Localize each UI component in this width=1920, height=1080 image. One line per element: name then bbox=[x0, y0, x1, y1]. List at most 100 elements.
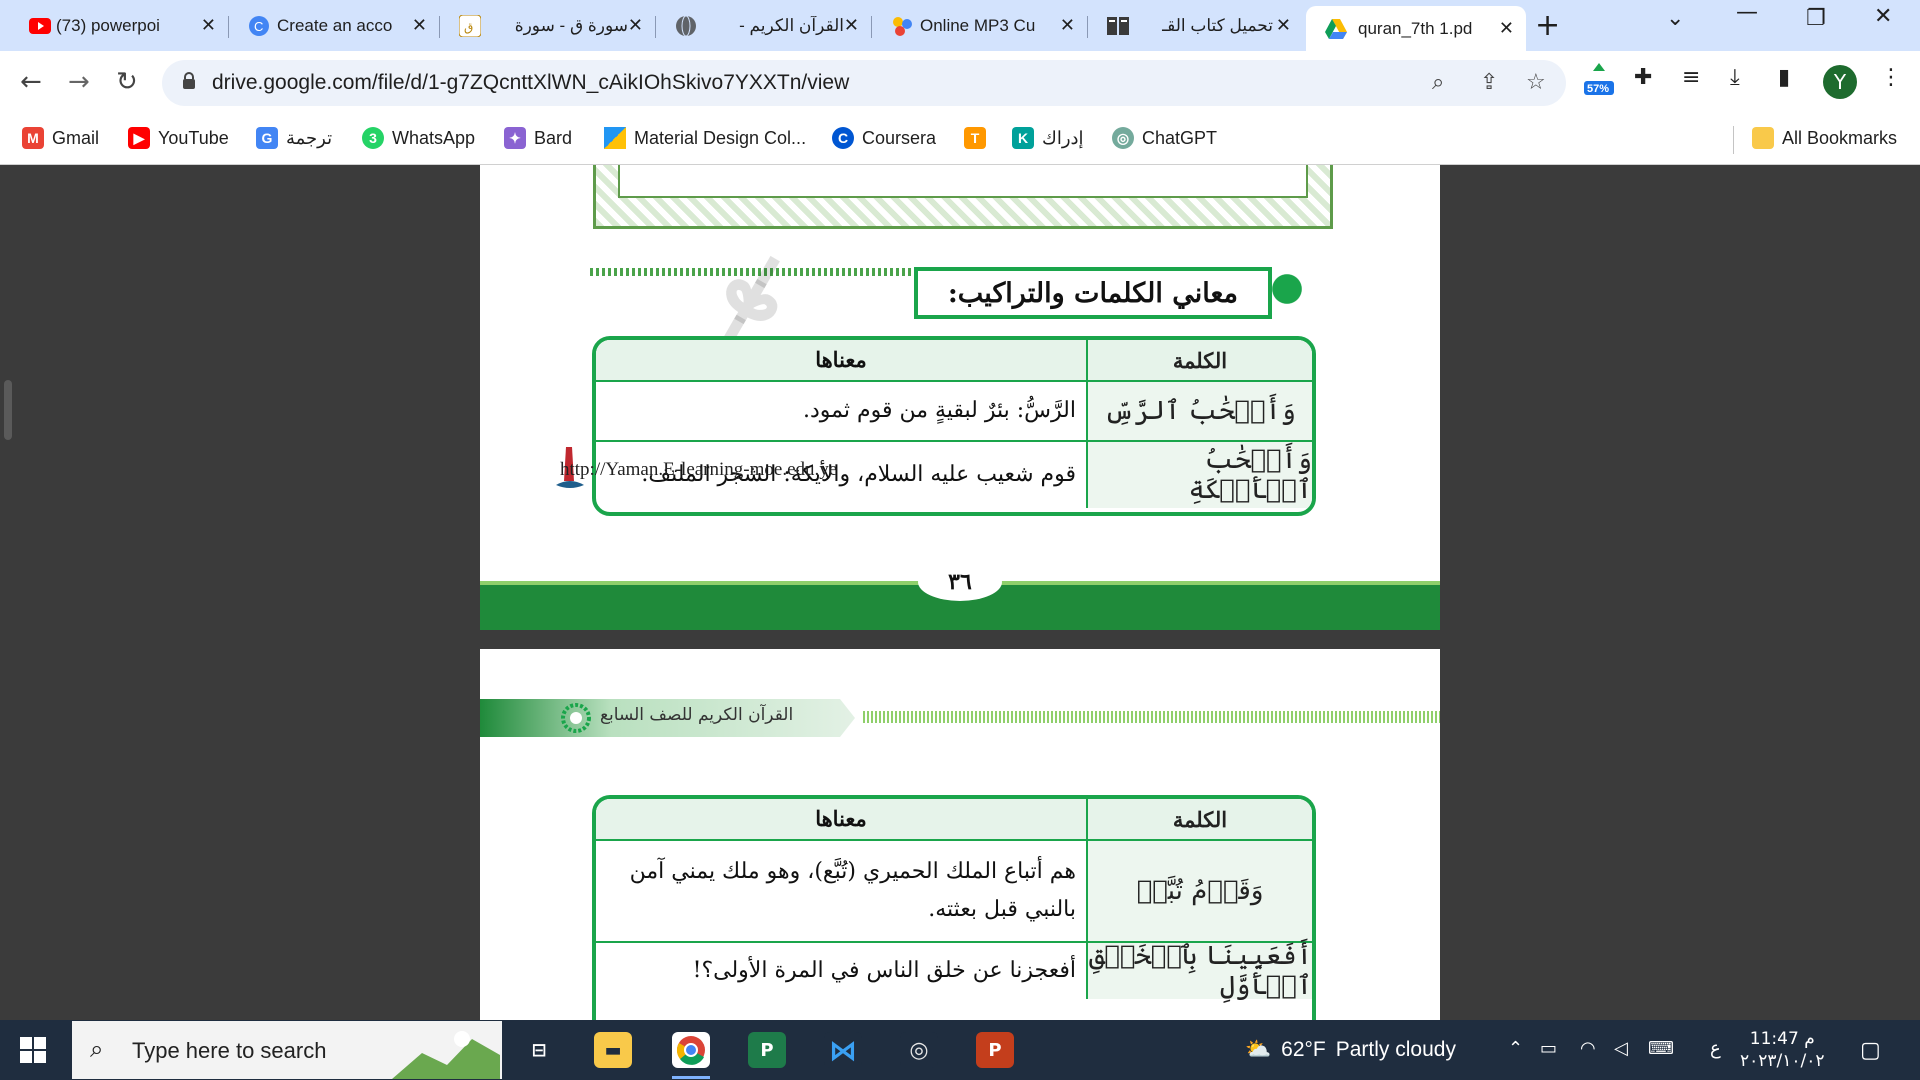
bookmark-star-icon[interactable]: ☆ bbox=[1526, 70, 1546, 95]
search-highlight-image bbox=[392, 1031, 500, 1079]
back-button[interactable]: ← bbox=[20, 67, 42, 97]
vocabulary-table: الكلمة معناها وَأَصۡحَٰبُ ٱلرَّسِّ الرَّ… bbox=[592, 336, 1316, 516]
bookmark-edraak[interactable]: K إدراك bbox=[1012, 127, 1084, 149]
bard-sparkle-icon: ✦ bbox=[504, 127, 526, 149]
tab-search-chevron-icon[interactable]: ⌄ bbox=[1666, 6, 1684, 31]
header-word: الكلمة bbox=[1086, 799, 1312, 839]
minimize-button[interactable]: — bbox=[1736, 0, 1758, 25]
pdf-page-37: القرآن الكريم للصف السابع ـهـ الكلمة معن… bbox=[480, 649, 1440, 1020]
restore-button[interactable]: ❐ bbox=[1806, 6, 1826, 31]
coursera-icon: C bbox=[832, 127, 854, 149]
chatgpt-app-icon[interactable]: ◎ bbox=[900, 1032, 938, 1068]
keyboard-icon[interactable]: ⌨ bbox=[1648, 1038, 1674, 1059]
share-icon[interactable]: ⇪ bbox=[1480, 70, 1498, 95]
scrollbar-thumb[interactable] bbox=[4, 380, 12, 440]
bookmark-tensorflow[interactable]: T bbox=[964, 127, 986, 149]
browser-toolbar: ← → ↻ drive.google.com/file/d/1-g7ZQcntt… bbox=[0, 51, 1920, 116]
weather-widget[interactable]: ⛅ 62°F Partly cloudy bbox=[1245, 1038, 1456, 1062]
profile-avatar[interactable]: Y bbox=[1823, 65, 1857, 99]
bookmark-bard[interactable]: ✦ Bard bbox=[504, 127, 572, 149]
volume-icon[interactable]: ◁ bbox=[1614, 1038, 1628, 1059]
reading-list-icon[interactable]: ≡ bbox=[1682, 65, 1700, 90]
bookmarks-divider bbox=[1733, 126, 1734, 154]
verse-frame-inner bbox=[618, 165, 1308, 198]
close-window-button[interactable]: ✕ bbox=[1874, 4, 1892, 29]
header-meaning: معناها bbox=[596, 799, 1086, 839]
tab-quran-7th-pdf[interactable]: quran_7th 1.pd ✕ bbox=[1306, 6, 1526, 51]
system-clock[interactable]: 11:47 م ٢٠٢٣/١٠/٠٢ bbox=[1740, 1028, 1825, 1072]
vscode-icon[interactable]: ⋈ bbox=[824, 1032, 862, 1068]
forward-button[interactable]: → bbox=[68, 67, 90, 97]
bookmark-label: YouTube bbox=[158, 127, 229, 148]
extensions-puzzle-icon[interactable]: ✚ bbox=[1634, 65, 1652, 90]
bookmark-gmail[interactable]: M Gmail bbox=[22, 127, 99, 149]
bookmark-label: Material Design Col... bbox=[634, 127, 807, 148]
powerpoint-icon[interactable]: P bbox=[976, 1032, 1014, 1068]
address-bar[interactable]: drive.google.com/file/d/1-g7ZQcnttXlWN_c… bbox=[162, 60, 1566, 106]
taskbar-search-box[interactable]: ⌕ Type here to search bbox=[72, 1021, 502, 1079]
elearning-url: http://Yaman.E-learning-moe.edu.ye bbox=[560, 459, 838, 480]
close-tab-icon[interactable]: ✕ bbox=[844, 15, 859, 36]
zoom-icon[interactable]: ⌕ bbox=[1432, 70, 1444, 95]
meaning-cell: الرَّسُّ: بئرٌ لبقيةٍ من قوم ثمود. bbox=[802, 398, 1076, 423]
bookmark-label: Gmail bbox=[52, 127, 100, 148]
bookmark-whatsapp[interactable]: 3 WhatsApp bbox=[362, 127, 475, 149]
close-tab-icon[interactable]: ✕ bbox=[201, 15, 216, 36]
reload-button[interactable]: ↻ bbox=[116, 67, 138, 97]
active-app-indicator bbox=[672, 1076, 710, 1079]
close-tab-icon[interactable]: ✕ bbox=[1499, 18, 1514, 39]
tab-title: (73) powerpoi bbox=[56, 15, 160, 35]
google-icon: C bbox=[247, 14, 271, 38]
bookmark-material-design[interactable]: Material Design Col... bbox=[604, 127, 806, 149]
bookmark-chatgpt[interactable]: ◎ ChatGPT bbox=[1112, 127, 1217, 149]
header-word: الكلمة bbox=[1086, 340, 1312, 380]
download-icon[interactable]: ⤓ bbox=[1730, 65, 1740, 90]
close-tab-icon[interactable]: ✕ bbox=[1276, 15, 1291, 36]
word-cell: وَأَصۡحَٰبُ ٱلرَّسِّ bbox=[1086, 382, 1312, 440]
tab-surah-qaf[interactable]: ق سورة ق - سورة ✕ bbox=[440, 6, 655, 45]
pdf-page-36: معاني الكلمات والتراكيب: ـهـ الكلمة معنا… bbox=[480, 165, 1440, 630]
bookmark-translate[interactable]: G ترجمة bbox=[256, 127, 332, 149]
table-row: وَقَوۡمُ تُبَّعٖ هم أتباع الملك الحميري … bbox=[596, 839, 1312, 941]
address-url: drive.google.com/file/d/1-g7ZQcnttXlWN_c… bbox=[212, 71, 850, 94]
table-header-row: الكلمة معناها bbox=[596, 340, 1312, 380]
show-hidden-icons-chevron-icon[interactable]: ⌃ bbox=[1508, 1038, 1523, 1059]
pdf-viewer[interactable]: معاني الكلمات والتراكيب: ـهـ الكلمة معنا… bbox=[0, 165, 1920, 1020]
tab-quran-karim[interactable]: القرآن الكريم - ✕ bbox=[656, 6, 871, 45]
new-tab-button[interactable]: + bbox=[1535, 8, 1560, 43]
tab-mp3-cutter[interactable]: Online MP3 Cu ✕ bbox=[872, 6, 1087, 45]
bookmark-label: إدراك bbox=[1042, 127, 1084, 148]
task-view-icon[interactable]: ⊟ bbox=[520, 1032, 558, 1068]
quran-icon: ق bbox=[458, 14, 482, 38]
file-explorer-icon[interactable]: ▬ bbox=[594, 1032, 632, 1068]
tensorflow-icon: T bbox=[964, 127, 986, 149]
youtube-icon bbox=[28, 14, 52, 38]
close-tab-icon[interactable]: ✕ bbox=[412, 15, 427, 36]
windows-start-icon[interactable] bbox=[20, 1037, 46, 1063]
material-design-icon bbox=[604, 127, 626, 149]
tab-book-download[interactable]: تحميل كتاب القـ ✕ bbox=[1088, 6, 1303, 45]
battery-icon[interactable]: ▭ bbox=[1540, 1038, 1557, 1059]
flower-ornament-icon bbox=[561, 703, 591, 733]
menu-kebab-icon[interactable]: ⋮ bbox=[1880, 65, 1902, 90]
windows-taskbar: ⌕ Type here to search ⊟ ▬ P ⋈ ◎ P ⛅ 62°F… bbox=[0, 1020, 1920, 1080]
bookmark-coursera[interactable]: C Coursera bbox=[832, 127, 936, 149]
wifi-icon[interactable]: ◠ bbox=[1580, 1038, 1596, 1059]
input-language[interactable]: ع bbox=[1710, 1038, 1721, 1059]
tab-youtube[interactable]: (73) powerpoi ✕ bbox=[0, 6, 228, 45]
project-app-icon[interactable]: P bbox=[748, 1032, 786, 1068]
close-tab-icon[interactable]: ✕ bbox=[1060, 15, 1075, 36]
side-panel-icon[interactable]: ▮ bbox=[1778, 65, 1790, 90]
all-bookmarks[interactable]: All Bookmarks bbox=[1752, 127, 1897, 149]
extension-progress-icon[interactable]: 57% bbox=[1582, 59, 1616, 105]
bookmark-youtube[interactable]: ▶ YouTube bbox=[128, 127, 229, 149]
tab-title: quran_7th 1.pd bbox=[1358, 18, 1473, 38]
notifications-icon[interactable]: ▢ bbox=[1860, 1038, 1881, 1063]
tab-create-account[interactable]: C Create an acco ✕ bbox=[229, 6, 439, 45]
close-tab-icon[interactable]: ✕ bbox=[628, 15, 643, 36]
chrome-icon[interactable] bbox=[672, 1032, 710, 1068]
page-number: ٣٦ bbox=[918, 563, 1002, 601]
tab-title: القرآن الكريم - bbox=[739, 15, 844, 35]
word-cell: وَقَوۡمُ تُبَّعٖ bbox=[1086, 841, 1312, 941]
bookmark-label: ترجمة bbox=[286, 127, 333, 148]
